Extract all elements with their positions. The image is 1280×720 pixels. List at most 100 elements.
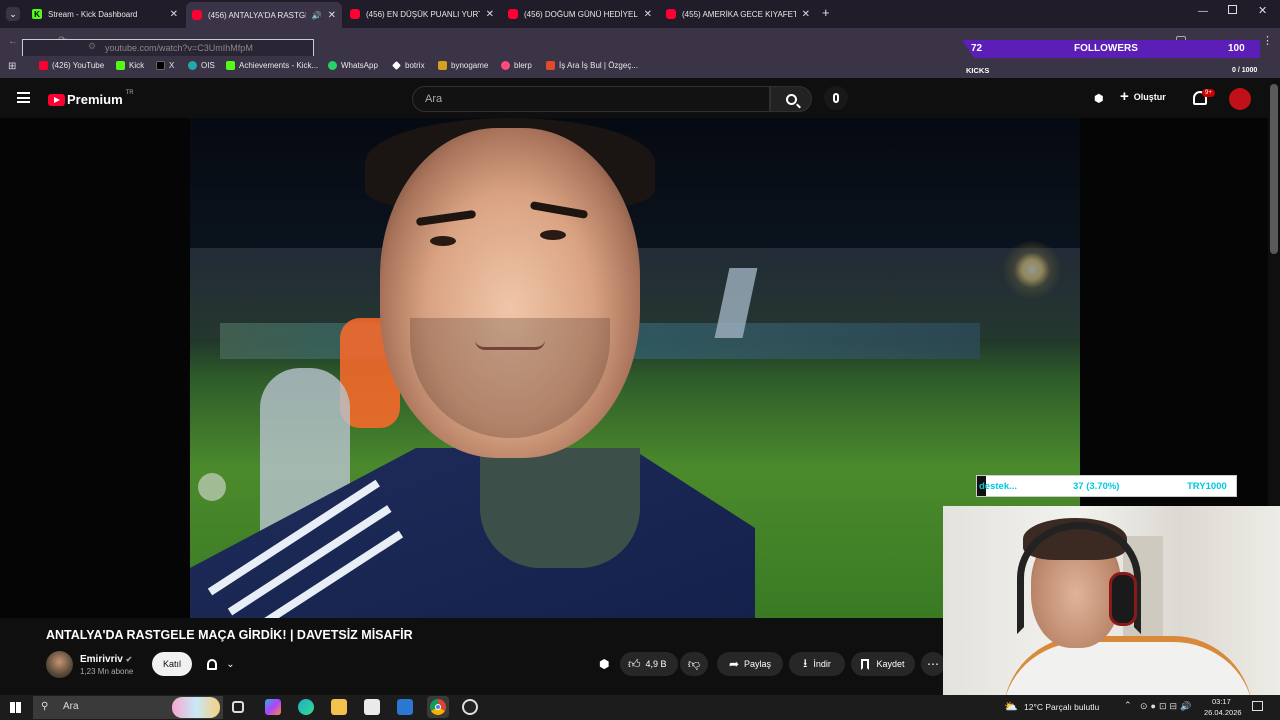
edge-icon[interactable] [298, 699, 314, 715]
clock-time[interactable]: 03:17 [1212, 697, 1231, 706]
search-highlight-image [172, 697, 220, 718]
weather-icon: ⛅ [1004, 701, 1018, 713]
youtube-play-icon [48, 93, 65, 106]
bookmark-ois[interactable]: OIS [188, 61, 215, 70]
store-icon[interactable] [364, 699, 380, 715]
download-icon: ⭳ [803, 655, 808, 670]
youtube-icon [350, 9, 360, 19]
close-icon[interactable]: ✕ [644, 9, 652, 20]
windows-start-icon[interactable] [10, 702, 21, 713]
download-button[interactable]: ⭳ İndir [789, 652, 845, 676]
tab-dogum-gunu-video[interactable]: (456) DOĞUM GÜNÜ HEDİYELE ✕ [502, 4, 658, 24]
donation-goal: TRY1000 [1187, 481, 1227, 492]
site-info-icon[interactable]: ⚙ [88, 41, 96, 52]
kick-icon [116, 61, 125, 70]
headphone-ear-right [1109, 572, 1137, 626]
bookmark-x[interactable]: X [156, 61, 174, 70]
share-label: Paylaş [744, 659, 772, 669]
close-icon[interactable]: ✕ [486, 9, 494, 20]
save-button[interactable]: Kaydet [851, 652, 915, 676]
x-icon [156, 61, 165, 70]
search-icon: ⚲ [41, 701, 49, 712]
close-icon[interactable]: ✕ [170, 9, 178, 20]
kick-icon [226, 61, 235, 70]
share-icon: ➦ [728, 657, 740, 671]
mail-icon[interactable] [397, 699, 413, 715]
bookmark-youtube[interactable]: (426) YouTube [39, 61, 104, 70]
donation-percent: 37 (3.70%) [1073, 481, 1120, 492]
browser-tab-bar: ⌄ K Stream - Kick Dashboard ✕ (456) ANTA… [0, 0, 1280, 28]
microphone-icon [833, 93, 839, 103]
subscribe-bell-button[interactable]: ⌄ [198, 652, 244, 676]
account-avatar[interactable] [1229, 88, 1251, 110]
bynogame-icon [438, 61, 447, 70]
bookmark-is-ara[interactable]: İş Ara İş Bul | Özgeç... [546, 61, 638, 70]
weather-text[interactable]: 12°C Parçalı bulutlu [1024, 702, 1099, 712]
chrome-icon[interactable] [427, 696, 449, 718]
whatsapp-icon [328, 61, 337, 70]
cast-icon[interactable]: ⬢ [1094, 92, 1108, 106]
minimize-button[interactable]: — [1198, 6, 1208, 17]
close-icon[interactable]: ✕ [328, 10, 336, 21]
tray-icons[interactable]: ⊙●⊡⊟🔊 [1140, 701, 1194, 712]
task-view-icon[interactable] [232, 701, 244, 713]
ball [198, 473, 226, 501]
channel-name[interactable]: Emirivriv ✔ [80, 654, 132, 665]
donation-goal-widget: destek... 37 (3.70%) TRY1000 [976, 475, 1237, 497]
search-input[interactable]: Ara [412, 86, 770, 112]
youtube-logo[interactable]: Premium TR [48, 90, 134, 107]
maximize-button[interactable] [1228, 5, 1237, 14]
tab-search-button[interactable]: ⌄ [6, 7, 20, 21]
thumbs-down-icon: 👎︎ [687, 656, 701, 671]
voice-search-button[interactable] [824, 86, 848, 110]
verified-icon: ✔ [125, 655, 133, 664]
bell-icon [207, 658, 218, 670]
thumbs-up-icon: 👍︎ [628, 656, 641, 671]
tab-amerika-video[interactable]: (455) AMERİKA GECE KIYAFETSİ ✕ [660, 4, 816, 24]
more-horiz-icon: ⋯ [927, 657, 939, 671]
clock-date[interactable]: 26.04.2026 [1204, 708, 1242, 717]
left-eye [430, 236, 456, 246]
notification-center-icon[interactable] [1252, 701, 1263, 711]
back-icon[interactable]: ← [8, 36, 18, 47]
bookmark-kick[interactable]: Kick [116, 61, 144, 70]
chevron-down-icon: ⌄ [226, 658, 235, 670]
new-tab-button[interactable]: + [822, 5, 830, 20]
tray-chevron-icon[interactable]: ⌃ [1124, 700, 1132, 711]
bookmark-icon [861, 658, 870, 670]
create-button[interactable]: + Oluştur [1120, 88, 1166, 105]
menu-icon[interactable]: ⋮ [1262, 34, 1273, 47]
like-button[interactable]: 👍︎ 4,9 B [620, 652, 678, 676]
tab-kick-dashboard[interactable]: K Stream - Kick Dashboard ✕ [26, 4, 184, 24]
url-field[interactable]: youtube.com/watch?v=C3UmIhMfpM [22, 39, 314, 57]
plus-icon: + [1120, 88, 1129, 105]
kick-icon: K [32, 9, 42, 19]
tab-en-dusuk-video[interactable]: (456) EN DÜŞÜK PUANLI YURT ✕ [344, 4, 500, 24]
bookmark-whatsapp[interactable]: WhatsApp [328, 61, 378, 70]
more-actions-button[interactable]: ⋯ [921, 652, 945, 676]
youtube-icon [39, 61, 48, 70]
hamburger-menu-icon[interactable] [17, 92, 30, 103]
search-button[interactable] [770, 86, 812, 112]
page-scrollbar[interactable] [1270, 84, 1278, 254]
file-explorer-icon[interactable] [331, 699, 347, 715]
right-eye [540, 230, 566, 240]
bookmark-botrix[interactable]: botrix [392, 61, 425, 70]
share-button[interactable]: ➦ Paylaş [717, 652, 783, 676]
magic-icon[interactable]: ⬢ [599, 657, 609, 671]
speaker-icon[interactable]: 🔊 [312, 11, 322, 20]
close-icon[interactable]: ✕ [802, 9, 810, 20]
copilot-icon[interactable] [265, 699, 281, 715]
dislike-button[interactable]: 👎︎ [680, 652, 708, 676]
tab-antalya-video[interactable]: (456) ANTALYA'DA RASTGE 🔊 ✕ [186, 2, 342, 28]
channel-avatar[interactable] [46, 651, 73, 678]
search-icon [785, 93, 801, 108]
followers-count: 72 [971, 43, 983, 54]
bookmark-blerp[interactable]: blerp [501, 61, 532, 70]
close-window-button[interactable]: ✕ [1258, 4, 1267, 17]
obs-icon[interactable] [462, 699, 478, 715]
apps-icon[interactable]: ⊞ [8, 61, 16, 72]
bookmark-achievements[interactable]: Achievements - Kick... [226, 61, 318, 70]
bookmark-bynogame[interactable]: bynogame [438, 61, 488, 70]
join-button[interactable]: Katıl [152, 652, 192, 676]
